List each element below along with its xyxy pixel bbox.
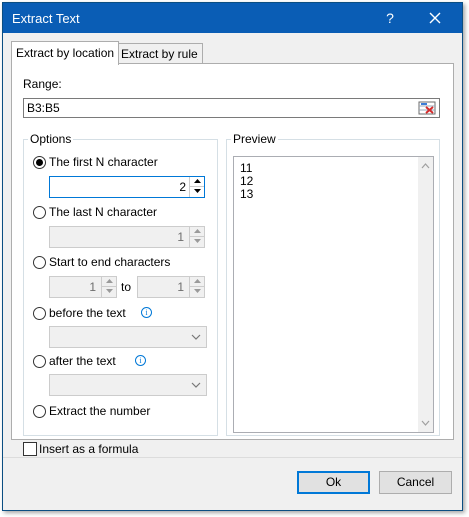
title-bar: Extract Text ? bbox=[3, 3, 462, 33]
spin-down-icon bbox=[193, 289, 201, 293]
spin-up-button[interactable] bbox=[190, 227, 204, 237]
tab-label: Extract by rule bbox=[121, 47, 198, 61]
spin-down-button[interactable] bbox=[190, 187, 204, 196]
spin-up-icon bbox=[105, 279, 113, 283]
spin-down-button[interactable] bbox=[190, 237, 204, 246]
help-icon: ? bbox=[386, 10, 394, 26]
range-label: Range: bbox=[23, 77, 62, 91]
footer-divider bbox=[3, 457, 462, 458]
spin-up-button[interactable] bbox=[190, 277, 204, 287]
preview-line: 11 bbox=[240, 161, 253, 175]
radio-before-text[interactable] bbox=[33, 307, 46, 320]
cancel-button[interactable]: Cancel bbox=[379, 471, 452, 494]
after-text-label: after the text bbox=[49, 354, 116, 368]
tab-panel: Range: B3:B5 Options The first N charact… bbox=[11, 63, 454, 440]
before-text-combo[interactable] bbox=[49, 326, 207, 348]
tab-label: Extract by location bbox=[16, 46, 115, 60]
end-stepper[interactable]: 1 bbox=[137, 276, 205, 298]
ok-button[interactable]: Ok bbox=[297, 471, 370, 494]
radio-start-to-end[interactable] bbox=[33, 256, 46, 269]
first-n-value: 2 bbox=[179, 180, 186, 194]
options-group: Options The first N character 2 The last… bbox=[23, 132, 218, 436]
range-select-icon bbox=[418, 101, 436, 115]
chevron-down-icon bbox=[191, 382, 201, 388]
extract-text-dialog: Extract Text ? Extract by location Extra… bbox=[2, 2, 463, 511]
range-input[interactable]: B3:B5 bbox=[23, 98, 440, 118]
insert-formula-checkbox[interactable] bbox=[23, 442, 37, 456]
start-value: 1 bbox=[89, 280, 96, 294]
spin-down-button[interactable] bbox=[190, 287, 204, 296]
spin-up-button[interactable] bbox=[102, 277, 116, 287]
last-n-label: The last N character bbox=[49, 205, 158, 219]
preview-list[interactable]: 11 12 13 bbox=[233, 156, 434, 433]
preview-line: 13 bbox=[240, 187, 254, 201]
end-value: 1 bbox=[177, 280, 184, 294]
scroll-up-icon[interactable] bbox=[418, 159, 433, 173]
radio-first-n[interactable] bbox=[33, 156, 46, 169]
spin-up-icon bbox=[193, 229, 201, 233]
spin-up-button[interactable] bbox=[190, 177, 204, 187]
start-stepper[interactable]: 1 bbox=[49, 276, 117, 298]
extract-number-label: Extract the number bbox=[49, 404, 151, 418]
radio-last-n[interactable] bbox=[33, 206, 46, 219]
scroll-down-icon[interactable] bbox=[418, 416, 433, 430]
info-icon[interactable]: i bbox=[135, 355, 146, 366]
spin-up-icon bbox=[193, 279, 201, 283]
tab-extract-by-location[interactable]: Extract by location bbox=[11, 41, 120, 65]
before-text-label: before the text bbox=[49, 306, 126, 320]
window-title: Extract Text bbox=[12, 11, 80, 26]
close-icon bbox=[429, 12, 441, 24]
spin-down-icon bbox=[193, 189, 201, 193]
first-n-label: The first N character bbox=[49, 155, 158, 169]
preview-line: 12 bbox=[240, 174, 254, 188]
close-button[interactable] bbox=[423, 7, 447, 29]
radio-extract-number[interactable] bbox=[33, 405, 46, 418]
radio-after-text[interactable] bbox=[33, 355, 46, 368]
help-button[interactable]: ? bbox=[378, 7, 402, 29]
last-n-value: 1 bbox=[177, 230, 184, 244]
to-label: to bbox=[121, 280, 132, 294]
spin-down-icon bbox=[105, 289, 113, 293]
info-icon[interactable]: i bbox=[141, 307, 152, 318]
range-value: B3:B5 bbox=[27, 101, 60, 115]
options-group-title: Options bbox=[28, 132, 74, 146]
after-text-combo[interactable] bbox=[49, 374, 207, 396]
preview-group-title: Preview bbox=[231, 132, 278, 146]
preview-scrollbar[interactable] bbox=[418, 157, 433, 432]
spin-down-icon bbox=[193, 239, 201, 243]
preview-group: Preview 11 12 13 bbox=[226, 132, 440, 436]
chevron-down-icon bbox=[191, 334, 201, 340]
spin-down-button[interactable] bbox=[102, 287, 116, 296]
first-n-stepper[interactable]: 2 bbox=[49, 176, 205, 198]
range-select-button[interactable] bbox=[417, 100, 437, 116]
tab-extract-by-rule[interactable]: Extract by rule bbox=[116, 43, 203, 64]
start-to-end-label: Start to end characters bbox=[49, 255, 171, 269]
spin-up-icon bbox=[193, 179, 201, 183]
last-n-stepper[interactable]: 1 bbox=[49, 226, 205, 248]
insert-formula-label: Insert as a formula bbox=[39, 442, 139, 456]
